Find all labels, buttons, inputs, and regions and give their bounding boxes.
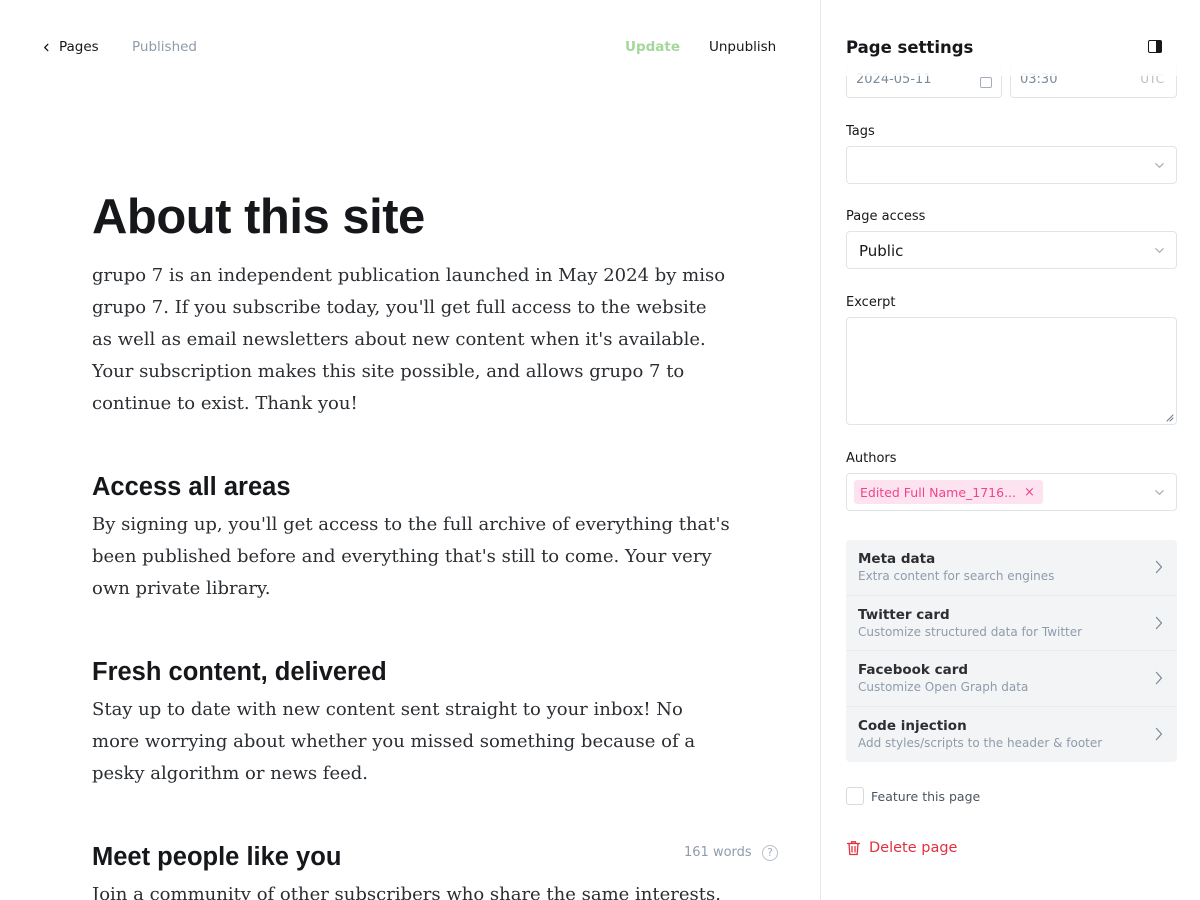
calendar-icon[interactable] [980,77,992,88]
tags-select[interactable] [846,146,1177,184]
chevron-right-icon [1155,727,1163,740]
editor-topbar: Pages Published Update Unpublish [0,0,820,95]
excerpt-textarea[interactable] [846,317,1177,425]
page-access-select[interactable]: Public [846,231,1177,269]
back-label: Pages [59,39,99,55]
help-icon[interactable]: ? [762,845,778,861]
editor-area: Pages Published Update Unpublish About t… [0,0,820,900]
menu-item-subtitle: Customize structured data for Twitter [858,624,1083,639]
post-intro-paragraph[interactable]: grupo 7 is an independent publication la… [92,260,732,420]
scroll-fade [821,62,1200,76]
menu-item-title: Code injection [858,717,967,734]
section-heading[interactable]: Meet people like you [92,841,732,873]
delete-page-label: Delete page [869,840,958,856]
page-access-label: Page access [846,209,926,224]
trash-icon [846,841,861,856]
word-count: 161 words [684,845,752,860]
menu-item-twitter-card[interactable]: Twitter card Customize structured data f… [846,596,1177,651]
menu-item-subtitle: Extra content for search engines [858,569,1055,583]
panel-title: Page settings [846,38,974,57]
menu-item-title: Meta data [858,551,936,567]
back-to-pages-link[interactable]: Pages [42,39,99,55]
settings-menu: Meta data Extra content for search engin… [846,540,1177,762]
post-content[interactable]: About this site grupo 7 is an independen… [92,188,732,900]
page-settings-panel: Page settings 2024-05-11 03:30 UTC Tags … [820,0,1200,900]
chevron-left-icon [44,43,49,51]
post-status: Published [132,39,197,55]
menu-item-subtitle: Customize Open Graph data [858,680,1029,694]
section-paragraph[interactable]: Stay up to date with new content sent st… [92,694,732,790]
authors-label: Authors [846,451,897,466]
panel-toggle-icon[interactable] [1148,40,1162,53]
feature-page-label: Feature this page [871,789,981,804]
tags-label: Tags [846,124,875,139]
author-chip[interactable]: Edited Full Name_1716... × [854,480,1043,504]
menu-item-facebook-card[interactable]: Facebook card Customize Open Graph data [846,651,1177,707]
menu-item-subtitle: Add styles/scripts to the header & foote… [858,735,1103,750]
feature-page-checkbox[interactable] [846,787,864,805]
delete-page-button[interactable]: Delete page [846,840,957,856]
menu-item-code-injection[interactable]: Code injection Add styles/scripts to the… [846,707,1177,763]
section-heading[interactable]: Access all areas [92,471,732,503]
chevron-down-icon [1155,490,1164,495]
page-access-value: Public [859,242,904,260]
chevron-right-icon [1155,671,1163,685]
unpublish-button[interactable]: Unpublish [709,39,776,55]
menu-item-title: Facebook card [858,662,969,678]
section-paragraph[interactable]: By signing up, you'll get access to the … [92,509,732,605]
excerpt-label: Excerpt [846,295,896,310]
menu-item-meta-data[interactable]: Meta data Extra content for search engin… [846,540,1177,596]
authors-select[interactable]: Edited Full Name_1716... × [846,473,1177,511]
author-name: Edited Full Name_1716... [860,484,1017,500]
update-button[interactable]: Update [625,39,680,55]
section-paragraph[interactable]: Join a community of other subscribers wh… [92,879,732,900]
remove-author-icon[interactable]: × [1024,486,1035,499]
section-heading[interactable]: Fresh content, delivered [92,656,732,688]
chevron-down-icon [1155,248,1164,253]
menu-item-title: Twitter card [858,606,950,623]
chevron-right-icon [1155,560,1163,574]
chevron-down-icon [1155,163,1164,168]
chevron-right-icon [1155,616,1163,629]
resize-handle-icon[interactable] [1166,414,1174,422]
post-title[interactable]: About this site [92,188,732,246]
